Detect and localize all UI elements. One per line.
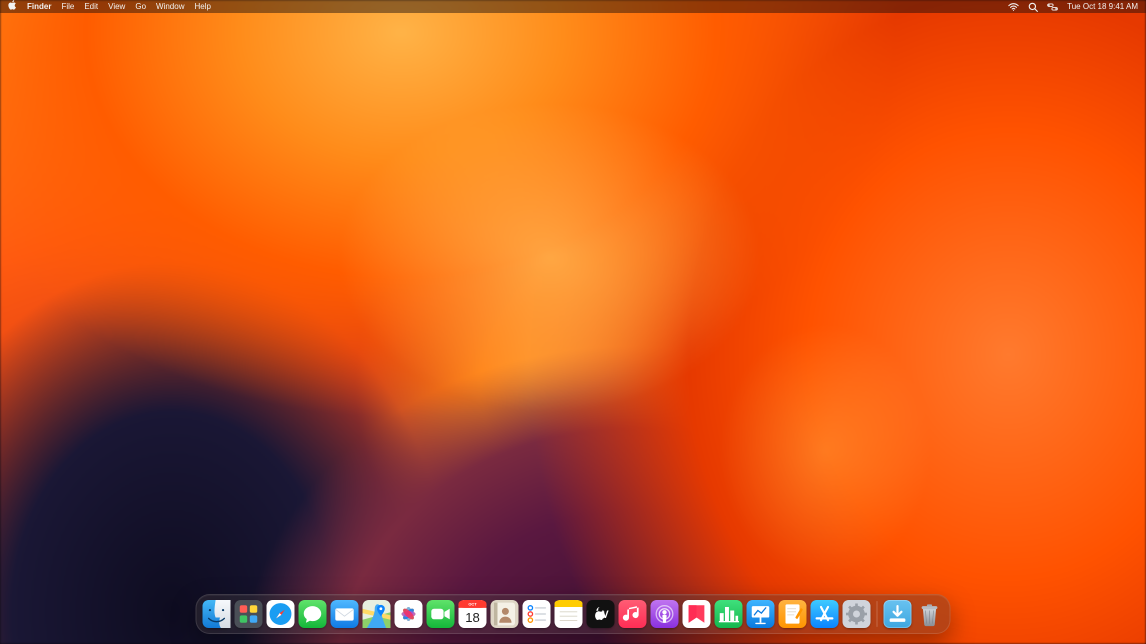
wifi-icon[interactable]: [1008, 3, 1019, 11]
dock-app-pages[interactable]: [779, 600, 807, 628]
dock-app-finder[interactable]: [203, 600, 231, 628]
dock-app-music[interactable]: [619, 600, 647, 628]
dock-app-photos[interactable]: [395, 600, 423, 628]
menubar-datetime[interactable]: Tue Oct 18 9:41 AM: [1067, 0, 1138, 13]
dock-app-facetime[interactable]: [427, 600, 455, 628]
menubar: Finder File Edit View Go Window Help Tue…: [0, 0, 1146, 13]
menubar-app-name[interactable]: Finder: [27, 0, 51, 13]
menu-go[interactable]: Go: [135, 0, 146, 13]
control-center-icon[interactable]: [1047, 3, 1058, 11]
dock: OCT 18: [196, 594, 951, 634]
dock-app-contacts[interactable]: [491, 600, 519, 628]
dock-trash[interactable]: [916, 600, 944, 628]
dock-app-safari[interactable]: [267, 600, 295, 628]
menu-file[interactable]: File: [61, 0, 74, 13]
spotlight-search-icon[interactable]: [1028, 2, 1038, 12]
dock-downloads[interactable]: [884, 600, 912, 628]
dock-app-calendar[interactable]: OCT 18: [459, 600, 487, 628]
menu-help[interactable]: Help: [194, 0, 210, 13]
svg-text:18: 18: [465, 610, 480, 625]
menu-window[interactable]: Window: [156, 0, 184, 13]
dock-app-notes[interactable]: [555, 600, 583, 628]
dock-separator: [877, 601, 878, 627]
dock-app-keynote[interactable]: [747, 600, 775, 628]
dock-app-numbers[interactable]: [715, 600, 743, 628]
svg-text:OCT: OCT: [468, 602, 477, 607]
dock-app-maps[interactable]: [363, 600, 391, 628]
menu-view[interactable]: View: [108, 0, 125, 13]
dock-app-mail[interactable]: [331, 600, 359, 628]
dock-app-reminders[interactable]: [523, 600, 551, 628]
menu-edit[interactable]: Edit: [84, 0, 98, 13]
desktop-wallpaper: [0, 0, 1146, 644]
dock-app-launchpad[interactable]: [235, 600, 263, 628]
dock-app-system-settings[interactable]: [843, 600, 871, 628]
dock-app-messages[interactable]: [299, 600, 327, 628]
apple-menu[interactable]: [8, 0, 17, 12]
dock-app-appstore[interactable]: [811, 600, 839, 628]
dock-app-tv[interactable]: [587, 600, 615, 628]
dock-app-podcasts[interactable]: [651, 600, 679, 628]
dock-app-news[interactable]: [683, 600, 711, 628]
